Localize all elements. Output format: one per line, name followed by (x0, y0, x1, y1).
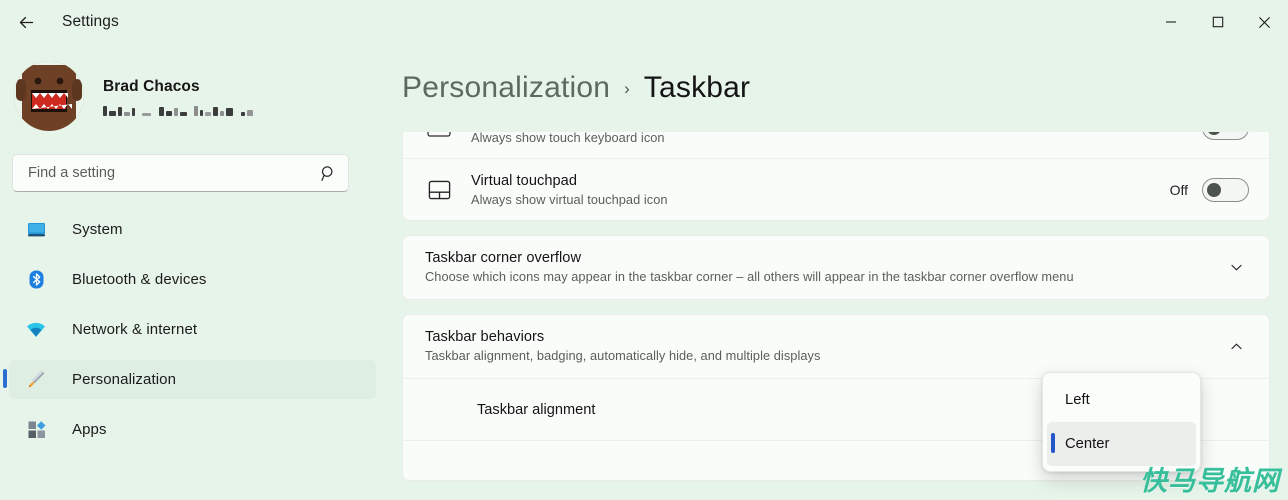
sidebar-item-label: System (72, 221, 123, 238)
maximize-button[interactable] (1194, 0, 1241, 44)
dropdown-option-label: Left (1065, 392, 1090, 408)
toggle-knob (1207, 132, 1221, 135)
touch-keyboard-icon (425, 132, 453, 138)
window-controls (1147, 0, 1288, 44)
monitor-icon (25, 219, 47, 241)
paintbrush-icon (25, 369, 47, 391)
dropdown-option-label: Center (1065, 436, 1110, 452)
expander-title: Taskbar behaviors (425, 329, 545, 345)
sidebar-item-label: Apps (72, 421, 107, 438)
touchpad-icon (425, 180, 453, 200)
expander-title: Taskbar corner overflow (425, 250, 582, 266)
watermark: 快马导航网 (1140, 466, 1280, 497)
close-icon (1258, 16, 1271, 29)
back-arrow-icon (17, 13, 36, 32)
sidebar-item-bluetooth-devices[interactable]: Bluetooth & devices (9, 260, 376, 299)
row-title: Virtual touchpad (471, 172, 578, 189)
sidebar-item-label: Bluetooth & devices (72, 271, 207, 288)
row-touch-keyboard[interactable]: Always show touch keyboard icon (403, 132, 1269, 158)
chevron-down-icon[interactable] (1223, 254, 1249, 280)
chevron-right-icon: › (624, 79, 630, 98)
expander-subtitle: Taskbar alignment, badging, automaticall… (425, 348, 821, 363)
sidebar-item-personalization[interactable]: Personalization (3, 360, 376, 399)
back-button[interactable] (9, 5, 43, 39)
bluetooth-icon (25, 269, 47, 291)
sidebar-nav: System Bluetooth & devices Network & int… (0, 210, 388, 449)
minimize-button[interactable] (1147, 0, 1194, 44)
close-button[interactable] (1241, 0, 1288, 44)
row-subtitle: Always show touch keyboard icon (471, 132, 665, 145)
search-box[interactable] (12, 154, 349, 192)
sidebar: Brad Chacos Find a setting System Blueto… (0, 44, 388, 500)
taskbar-alignment-dropdown[interactable]: Left Center (1042, 372, 1201, 472)
sidebar-item-apps[interactable]: Apps (9, 410, 376, 449)
expander-subtitle: Choose which icons may appear in the tas… (425, 269, 1074, 284)
toggle-state-label: Off (1169, 181, 1188, 198)
touch-keyboard-toggle[interactable] (1202, 132, 1249, 140)
app-title: Settings (62, 13, 119, 30)
sidebar-item-label: Personalization (72, 371, 177, 388)
sidebar-item-system[interactable]: System (9, 210, 376, 249)
toggle-knob (1207, 182, 1221, 197)
card-system-tray-icons: Always show touch keyboard icon Virtual … (402, 132, 1270, 221)
virtual-touchpad-toggle[interactable] (1202, 177, 1249, 202)
search-input[interactable] (28, 165, 320, 181)
apps-icon (25, 419, 47, 441)
chevron-up-icon[interactable] (1223, 333, 1249, 359)
row-virtual-touchpad[interactable]: Virtual touchpad Always show virtual tou… (403, 158, 1269, 220)
expander-taskbar-behaviors[interactable]: Taskbar behaviors Taskbar alignment, bad… (403, 315, 1269, 378)
account-email-redacted (103, 103, 253, 116)
maximize-icon (1212, 16, 1224, 28)
account-name: Brad Chacos (103, 78, 200, 95)
card-taskbar-corner-overflow: Taskbar corner overflow Choose which ico… (402, 235, 1270, 300)
breadcrumb: Personalization › Taskbar (388, 44, 1288, 110)
avatar (14, 61, 84, 131)
sidebar-item-label: Network & internet (72, 321, 198, 338)
account-block[interactable]: Brad Chacos (0, 44, 388, 131)
search-icon[interactable] (320, 165, 337, 182)
wifi-icon (25, 319, 47, 341)
dropdown-option-left[interactable]: Left (1047, 378, 1196, 422)
row-subtitle: Always show virtual touchpad icon (471, 191, 668, 207)
breadcrumb-parent[interactable]: Personalization (402, 71, 610, 105)
minimize-icon (1165, 16, 1177, 28)
sidebar-item-network-internet[interactable]: Network & internet (9, 310, 376, 349)
title-bar: Settings (0, 0, 1288, 44)
expander-taskbar-corner-overflow[interactable]: Taskbar corner overflow Choose which ico… (403, 236, 1269, 299)
row-label: Taskbar alignment (477, 401, 596, 418)
page-title: Taskbar (643, 71, 751, 104)
